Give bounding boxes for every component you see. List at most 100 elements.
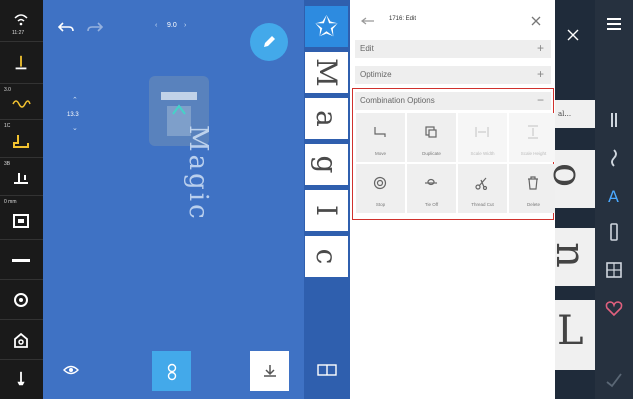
quilt-icon[interactable]	[604, 260, 624, 280]
move-label: Move	[374, 151, 386, 156]
side-value-up-icon[interactable]: ⌃	[72, 96, 78, 104]
edit-fab-button[interactable]	[250, 23, 288, 61]
tie-off-button[interactable]: Tie Off	[407, 164, 456, 213]
move-icon	[374, 127, 386, 137]
rail-item-foot-pressure[interactable]: 3B	[0, 158, 43, 196]
redo-icon[interactable]	[87, 22, 103, 34]
side-value: 13.3	[67, 112, 79, 118]
rail-item-pin[interactable]	[0, 360, 43, 399]
letter-tile-5[interactable]: c	[305, 236, 348, 277]
rail-item-presser-foot[interactable]: 1C	[0, 120, 43, 158]
preview-tile-1-label: al...	[558, 110, 572, 118]
decorative-stitch-icon[interactable]	[604, 148, 624, 168]
back-arrow-icon[interactable]	[361, 17, 375, 25]
rail-item-needle[interactable]	[0, 42, 43, 84]
hoop-icon	[13, 214, 29, 228]
preview-tile-2[interactable]: o	[544, 150, 595, 208]
buttonhole-icon[interactable]	[604, 222, 624, 242]
rail-item-thread-tension[interactable]	[0, 240, 43, 280]
rail-time: 11:27	[12, 30, 25, 36]
stitch-icon[interactable]	[604, 110, 624, 130]
trash-icon	[528, 176, 538, 190]
alphabet-icon[interactable]: A	[604, 186, 624, 206]
home-icon	[14, 332, 28, 348]
spacing-decrease-icon[interactable]: ‹	[155, 22, 157, 29]
bobbin-icon	[14, 293, 28, 307]
panel-title: 1716: Edit	[389, 16, 417, 22]
letter-strip: ✩ M a g I c	[304, 0, 350, 399]
spacing-increase-icon[interactable]: ›	[184, 22, 186, 29]
scissors-icon	[475, 177, 488, 190]
side-value-down-icon[interactable]: ⌄	[72, 124, 78, 132]
presser-foot-icon	[13, 135, 29, 148]
stop-label: Stop	[375, 202, 386, 207]
rail-stitch-width-label: 3.0	[4, 87, 11, 93]
stitch-mode-button[interactable]	[152, 351, 191, 391]
heart-icon[interactable]	[604, 298, 624, 318]
collapse-icon: −	[536, 93, 544, 107]
section-optimize[interactable]: Optimize +	[355, 66, 551, 84]
download-icon	[264, 365, 276, 377]
scale-height-label: Scale Height	[520, 151, 547, 156]
check-icon[interactable]	[604, 370, 624, 390]
letter-tile-5-label: c	[310, 248, 343, 265]
rail-item-bobbin[interactable]	[0, 280, 43, 320]
letter-tile-3-label: g	[310, 155, 343, 174]
section-combination-options[interactable]: Combination Options −	[355, 92, 551, 110]
infinity-icon	[167, 363, 177, 381]
section-optimize-label: Optimize	[360, 70, 392, 79]
layout-toggle-icon[interactable]	[317, 364, 337, 376]
rail-item-hoop[interactable]: 0 mm	[0, 196, 43, 240]
wifi-icon	[14, 14, 28, 26]
preview-tile-2-label: o	[544, 162, 591, 188]
rail-foot-pressure-label: 3B	[4, 161, 11, 167]
foot-pressure-icon	[14, 173, 28, 184]
panel-header: 1716: Edit	[350, 0, 555, 40]
pin-icon	[17, 371, 25, 386]
eye-icon[interactable]	[63, 364, 79, 376]
preview-tile-3[interactable]: n	[547, 228, 595, 286]
scale-height-button[interactable]: Scale Height	[509, 113, 558, 162]
letter-tile-4[interactable]: I	[305, 190, 348, 231]
rail-item-stitch-width[interactable]: 3.0	[0, 84, 43, 120]
letter-tile-1-label: M	[310, 58, 343, 87]
preview-tile-4[interactable]: L	[555, 300, 595, 370]
stitch-width-icon	[12, 100, 31, 108]
letter-tile-all-label: ✩	[314, 10, 339, 43]
thread-cut-button[interactable]: Thread Cut	[458, 164, 507, 213]
preview-tile-1[interactable]: al...	[555, 100, 595, 128]
letter-tile-3[interactable]: g	[305, 144, 348, 185]
design-text[interactable]: Magic	[183, 125, 213, 222]
letter-tile-all[interactable]: ✩	[305, 6, 348, 47]
letter-tile-1[interactable]: M	[305, 52, 348, 93]
rail-item-home[interactable]	[0, 320, 43, 360]
letter-tile-2[interactable]: a	[305, 98, 348, 139]
duplicate-label: Duplicate	[422, 151, 441, 156]
tie-off-icon	[425, 178, 437, 186]
scale-width-label: Scale Width	[470, 151, 495, 156]
letter-tile-4-label: I	[310, 204, 343, 217]
section-edit[interactable]: Edit +	[355, 40, 551, 58]
undo-icon[interactable]	[58, 22, 74, 34]
scale-width-button[interactable]: Scale Width	[458, 113, 507, 162]
close-icon[interactable]	[567, 29, 579, 41]
needle-icon	[15, 55, 27, 70]
thread-tension-icon	[12, 259, 30, 262]
section-edit-label: Edit	[360, 44, 374, 53]
move-button[interactable]: Move	[356, 113, 405, 162]
embroidery-canvas[interactable]: ‹ 9.0 › ⌃ 13.3 ⌄ Magic	[43, 0, 304, 399]
right-preview-column: al... o n L	[544, 0, 595, 399]
menu-icon[interactable]	[604, 14, 624, 34]
stop-button[interactable]: Stop	[356, 164, 405, 213]
save-download-button[interactable]	[250, 351, 289, 391]
thread-cut-label: Thread Cut	[471, 202, 494, 207]
scale-width-icon	[475, 127, 489, 137]
scale-height-icon	[528, 125, 538, 139]
duplicate-button[interactable]: Duplicate	[407, 113, 456, 162]
rail-item-wifi[interactable]: 11:27	[0, 0, 43, 42]
svg-text:A: A	[608, 187, 619, 206]
right-nav: A	[595, 0, 633, 399]
stop-icon	[373, 176, 387, 190]
close-icon[interactable]	[531, 16, 541, 26]
spacing-value: 9.0	[167, 22, 177, 29]
